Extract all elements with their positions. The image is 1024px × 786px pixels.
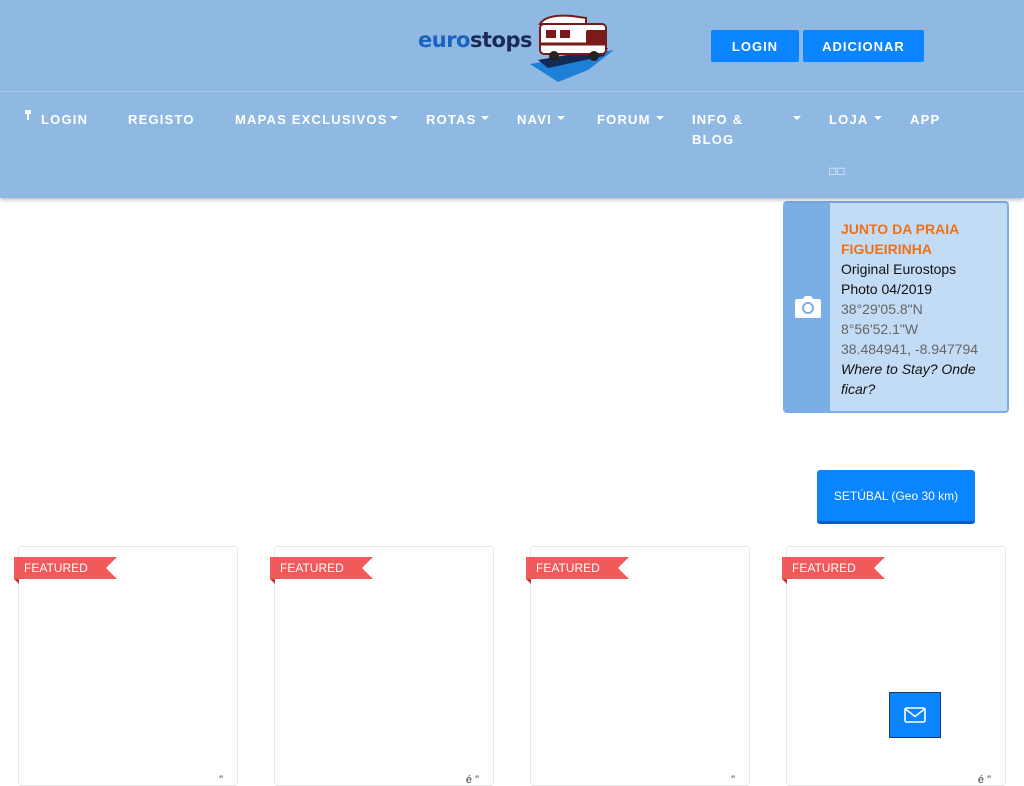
site-header: eurostops LOGIN ADICIONAR LOGIN REGISTO … bbox=[0, 0, 1024, 198]
nav-register[interactable]: REGISTO bbox=[128, 110, 195, 130]
navi-caret-icon bbox=[557, 116, 565, 120]
featured-ribbon: FEATURED bbox=[270, 557, 373, 584]
routes-caret-icon bbox=[481, 116, 489, 120]
logo-text: eurostops bbox=[418, 28, 532, 52]
nav-login-label: LOGIN bbox=[41, 112, 89, 127]
card-footer-marks: " bbox=[731, 774, 735, 786]
forum-caret-icon bbox=[656, 116, 664, 120]
camera-icon[interactable] bbox=[794, 296, 821, 318]
logo-text-stops: stops bbox=[469, 28, 533, 52]
featured-card[interactable]: FEATURED é " bbox=[782, 546, 1006, 786]
nav-info-line2: BLOG bbox=[692, 132, 735, 147]
location-info-card: JUNTO DA PRAIA FIGUEIRINHA Original Euro… bbox=[783, 201, 1009, 413]
info-caret-icon bbox=[793, 116, 801, 120]
nav-forum[interactable]: FORUM bbox=[597, 110, 651, 130]
nav-navi[interactable]: NAVI bbox=[517, 110, 552, 130]
contact-mail-button[interactable] bbox=[889, 692, 941, 738]
location-longitude: 8°56'52.1"W bbox=[841, 321, 919, 337]
nav-shop[interactable]: LOJA bbox=[829, 110, 868, 130]
info-card-body: JUNTO DA PRAIA FIGUEIRINHA Original Euro… bbox=[841, 219, 1006, 399]
info-card-sidebar bbox=[785, 203, 830, 411]
shop-caret-icon bbox=[874, 116, 882, 120]
location-photo-date: Photo 04/2019 bbox=[841, 281, 933, 297]
nav-login[interactable]: LOGIN bbox=[23, 110, 88, 130]
location-title-line1[interactable]: JUNTO DA PRAIA bbox=[841, 219, 1006, 239]
location-latitude: 38°29'05.8"N bbox=[841, 301, 923, 317]
featured-card[interactable]: FEATURED " bbox=[526, 546, 750, 786]
location-decimal-coords: 38.484941, -8.947794 bbox=[841, 341, 979, 357]
where-to-stay-link[interactable]: Where to Stay? Onde ficar? bbox=[841, 359, 1006, 399]
logo-text-euro: euro bbox=[418, 28, 470, 52]
key-icon bbox=[25, 110, 31, 120]
card-footer-marks: é " bbox=[977, 774, 991, 786]
featured-card[interactable]: FEATURED " bbox=[14, 546, 238, 786]
nav-exclusive-maps[interactable]: MAPAS EXCLUSIVOS bbox=[235, 110, 388, 130]
featured-ribbon: FEATURED bbox=[14, 557, 117, 584]
featured-card[interactable]: FEATURED é " bbox=[270, 546, 494, 786]
header-divider bbox=[0, 91, 1024, 92]
nav-app[interactable]: APP bbox=[910, 110, 940, 130]
login-button[interactable]: LOGIN bbox=[711, 30, 799, 62]
card-footer-marks: " bbox=[219, 774, 223, 786]
envelope-icon bbox=[904, 707, 926, 723]
region-button[interactable]: SETÚBAL (Geo 30 km) bbox=[817, 470, 975, 524]
featured-ribbon: FEATURED bbox=[782, 557, 885, 584]
card-footer-marks: é " bbox=[465, 774, 479, 786]
location-source: Original Eurostops bbox=[841, 261, 957, 277]
nav-extra-glyphs[interactable]: □□ bbox=[829, 164, 846, 178]
eurostops-logo[interactable]: eurostops bbox=[418, 12, 614, 84]
add-button[interactable]: ADICIONAR bbox=[803, 30, 924, 62]
maps-caret-icon bbox=[390, 116, 398, 120]
nav-info-blog[interactable]: INFO & BLOG bbox=[692, 110, 743, 150]
featured-ribbon: FEATURED bbox=[526, 557, 629, 584]
nav-info-line1: INFO & bbox=[692, 112, 744, 127]
location-title-line2[interactable]: FIGUEIRINHA bbox=[841, 239, 1006, 259]
nav-routes[interactable]: ROTAS bbox=[426, 110, 477, 130]
